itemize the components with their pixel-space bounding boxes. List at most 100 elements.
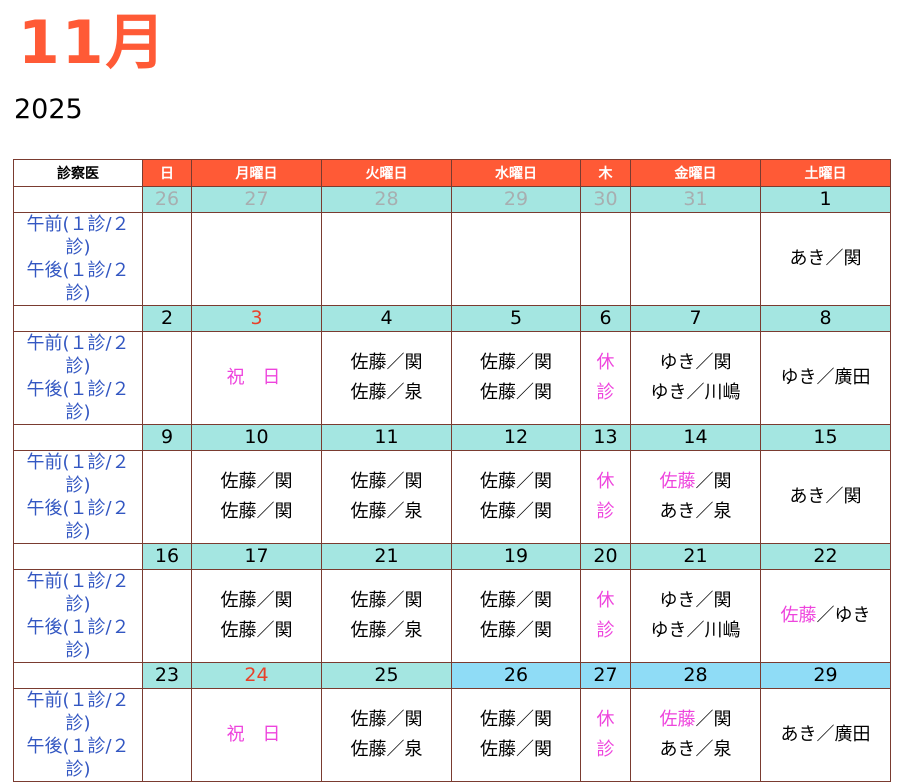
date-cell: 26 [142, 186, 192, 213]
schedule-cell: 佐藤／関 佐藤／関 [451, 331, 581, 425]
schedule-cell: 佐藤／関 佐藤／泉 [321, 331, 452, 425]
doctor-text: ゆき／関 [659, 590, 732, 611]
schedule-line: 佐藤／泉 [323, 616, 451, 646]
session-label: 午前(１診/２診) 午後(１診/２診) [13, 569, 143, 663]
schedule-cell: 佐藤／関 佐藤／関 [451, 569, 581, 663]
date-row: 16 17 21 19 20 21 22 [13, 543, 891, 570]
schedule-calendar: 診察医 日 月曜日 火曜日 水曜日 木 金曜日 土曜日 26 27 28 29 30 31… [13, 159, 891, 782]
highlight-text: 休 [596, 590, 615, 611]
afternoon-label: 午後(１診/２診) [26, 498, 130, 542]
doctor-text: あき／関 [789, 486, 862, 507]
schedule-line: 佐藤／関 [453, 497, 580, 527]
month-title: 11月 [18, 8, 168, 78]
date-cell: 14 [630, 424, 761, 451]
date-row: 26 27 28 29 30 31 1 [13, 186, 891, 213]
doctor-text: 佐藤／関 [480, 590, 552, 611]
afternoon-label: 午後(１診/２診) [26, 379, 130, 423]
doctor-text: 佐藤／泉 [350, 739, 423, 760]
schedule-line: ゆき／関 [632, 586, 760, 616]
schedule-cell: 休診 [580, 688, 631, 782]
schedule-cell: 佐藤／関 佐藤／関 [191, 569, 322, 663]
highlight-text: 休 [596, 471, 615, 492]
schedule-line: 休 [582, 705, 630, 735]
header-doctor: 診察医 [13, 159, 143, 187]
doctor-text: 佐藤／関 [480, 620, 552, 641]
schedule-line: 佐藤／関 [632, 467, 760, 497]
doctor-text: ゆき／川嶋 [650, 620, 741, 641]
highlight-text: 休 [596, 709, 615, 730]
date-cell: 28 [630, 662, 761, 689]
schedule-row: 午前(１診/２診) 午後(１診/２診) 佐藤／関 佐藤／関 佐藤／関 佐藤／泉 佐藤／関 佐藤… [13, 569, 891, 663]
header-sunday: 日 [142, 159, 192, 187]
date-cell: 29 [760, 662, 891, 689]
date-row-label-blank [13, 424, 143, 451]
doctor-text: 佐藤／関 [220, 620, 293, 641]
doctor-text: ／関 [695, 471, 732, 492]
date-cell: 15 [760, 424, 891, 451]
morning-label: 午前(１診/２診) [26, 571, 130, 615]
date-cell: 5 [451, 305, 581, 332]
highlight-text: 診 [596, 739, 615, 760]
schedule-line: 診 [582, 378, 630, 408]
schedule-cell [142, 331, 192, 425]
schedule-cell [142, 569, 192, 663]
morning-label: 午前(１診/２診) [26, 333, 130, 377]
date-row-label-blank [13, 662, 143, 689]
highlight-text: 診 [596, 501, 615, 522]
schedule-line: 佐藤／泉 [323, 378, 451, 408]
doctor-text: あき／泉 [659, 501, 732, 522]
doctor-text: ゆき／川嶋 [650, 382, 741, 403]
header-wednesday: 水曜日 [451, 159, 581, 187]
schedule-line: ゆき／川嶋 [632, 616, 760, 646]
schedule-line: 祝 日 [193, 363, 321, 393]
schedule-line: 佐藤／関 [453, 348, 580, 378]
afternoon-label: 午後(１診/２診) [26, 260, 130, 304]
schedule-line: あき／泉 [632, 497, 760, 527]
date-row: 2345678 [13, 305, 891, 332]
schedule-line: 祝 日 [193, 720, 321, 750]
holiday-text: 祝 日 [226, 724, 287, 745]
highlight-text: 診 [596, 382, 615, 403]
schedule-line: 佐藤／関 [193, 497, 321, 527]
date-cell: 21 [630, 543, 761, 570]
date-cell: 17 [191, 543, 322, 570]
schedule-line: 佐藤／関 [323, 467, 451, 497]
doctor-text: 佐藤／泉 [350, 382, 423, 403]
schedule-cell [142, 212, 192, 306]
header-monday: 月曜日 [191, 159, 322, 187]
date-cell: 6 [580, 305, 631, 332]
schedule-line: ゆき／廣田 [762, 363, 890, 393]
doctor-text: ゆき／関 [659, 352, 732, 373]
header-thursday: 木 [580, 159, 631, 187]
doctor-text: 佐藤／関 [220, 501, 293, 522]
afternoon-label: 午後(１診/２診) [26, 617, 130, 661]
date-cell: 22 [760, 543, 891, 570]
schedule-line: ゆき／川嶋 [632, 378, 760, 408]
schedule-line: 佐藤／泉 [323, 735, 451, 765]
date-cell: 10 [191, 424, 322, 451]
schedule-line: 佐藤／関 [453, 735, 580, 765]
date-cell: 9 [142, 424, 192, 451]
schedule-cell: あき／関 [760, 212, 891, 306]
afternoon-label: 午後(１診/２診) [26, 736, 130, 780]
schedule-line: 診 [582, 735, 630, 765]
date-cell: 8 [760, 305, 891, 332]
date-cell: 12 [451, 424, 581, 451]
date-row: 23 24 25 26 27 28 29 [13, 662, 891, 689]
doctor-text: 佐藤／泉 [350, 620, 423, 641]
doctor-text: あき／泉 [659, 739, 732, 760]
schedule-cell: 佐藤／関 佐藤／泉 [321, 450, 452, 544]
schedule-row: 午前(１診/２診) 午後(１診/２診) 祝 日佐藤／関 佐藤／泉 佐藤／関 佐藤／関休診佐… [13, 688, 891, 782]
doctor-text: 佐藤／関 [350, 471, 423, 492]
highlight-text: 休 [596, 352, 615, 373]
schedule-cell: あき／関 [760, 450, 891, 544]
schedule-line: 休 [582, 348, 630, 378]
schedule-line: 佐藤／関 [453, 378, 580, 408]
date-cell: 1 [760, 186, 891, 213]
schedule-line: あき／関 [762, 244, 890, 274]
schedule-row: 午前(１診/２診) 午後(１診/２診) あき／関 [13, 212, 891, 306]
schedule-line: 佐藤／ゆき [762, 601, 890, 631]
doctor-text: 佐藤／関 [350, 590, 423, 611]
schedule-line: 佐藤／関 [323, 586, 451, 616]
doctor-text: 佐藤／関 [350, 709, 423, 730]
